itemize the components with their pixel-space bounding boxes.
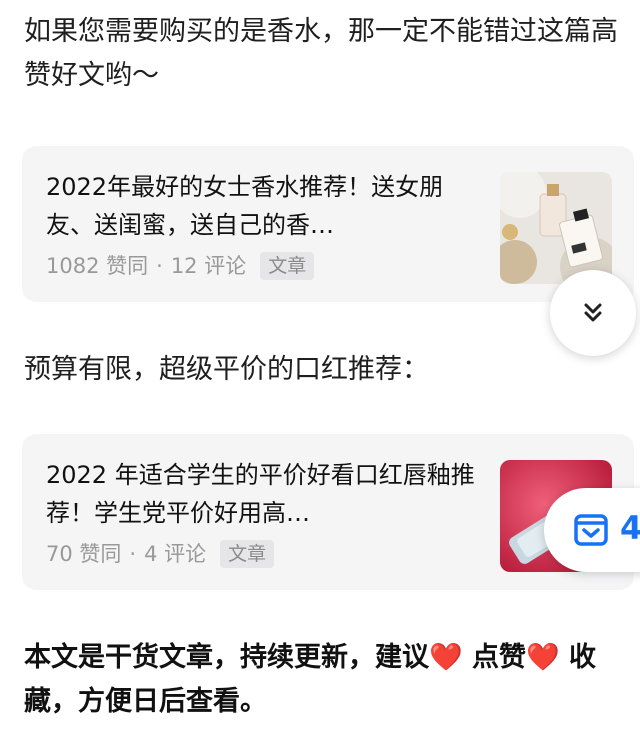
- meta-separator: ·: [129, 542, 137, 566]
- card-title[interactable]: 2022年最好的女士香水推荐！送女朋友、送闺蜜，送自己的香…: [46, 168, 476, 244]
- closing-paragraph: 本文是干货文章，持续更新，建议❤️ 点赞❤️ 收藏，方便日后查看。: [24, 642, 597, 717]
- collect-button[interactable]: 4: [544, 488, 640, 572]
- article-tag: 文章: [260, 252, 315, 280]
- collect-count: 4: [620, 509, 640, 547]
- perfume-thumbnail[interactable]: [500, 172, 612, 284]
- linked-article-card-perfume[interactable]: 2022年最好的女士香水推荐！送女朋友、送闺蜜，送自己的香… 1082 赞同 ·…: [22, 146, 634, 302]
- card-meta: 1082 赞同 · 12 评论 文章: [46, 250, 315, 282]
- comments-count: 4 评论: [144, 542, 207, 566]
- article-tag: 文章: [220, 540, 275, 568]
- comments-count: 12 评论: [170, 254, 247, 278]
- card-meta: 70 赞同 · 4 评论 文章: [46, 538, 275, 570]
- card-title[interactable]: 2022 年适合学生的平价好看口红唇釉推荐！学生党平价好用高…: [46, 456, 476, 532]
- likes-count: 1082 赞同: [46, 254, 149, 278]
- intro-paragraph: 如果您需要购买的是香水，那一定不能错过这篇高赞好文哟～: [24, 16, 618, 91]
- likes-count: 70 赞同: [46, 542, 122, 566]
- collect-box-icon: [574, 514, 608, 546]
- section-paragraph: 预算有限，超级平价的口红推荐：: [24, 354, 429, 385]
- linked-article-card-lipstick[interactable]: 2022 年适合学生的平价好看口红唇釉推荐！学生党平价好用高… 70 赞同 · …: [22, 434, 634, 590]
- meta-separator: ·: [156, 254, 163, 278]
- expand-button[interactable]: [550, 270, 636, 356]
- double-chevron-down-icon: [584, 303, 602, 322]
